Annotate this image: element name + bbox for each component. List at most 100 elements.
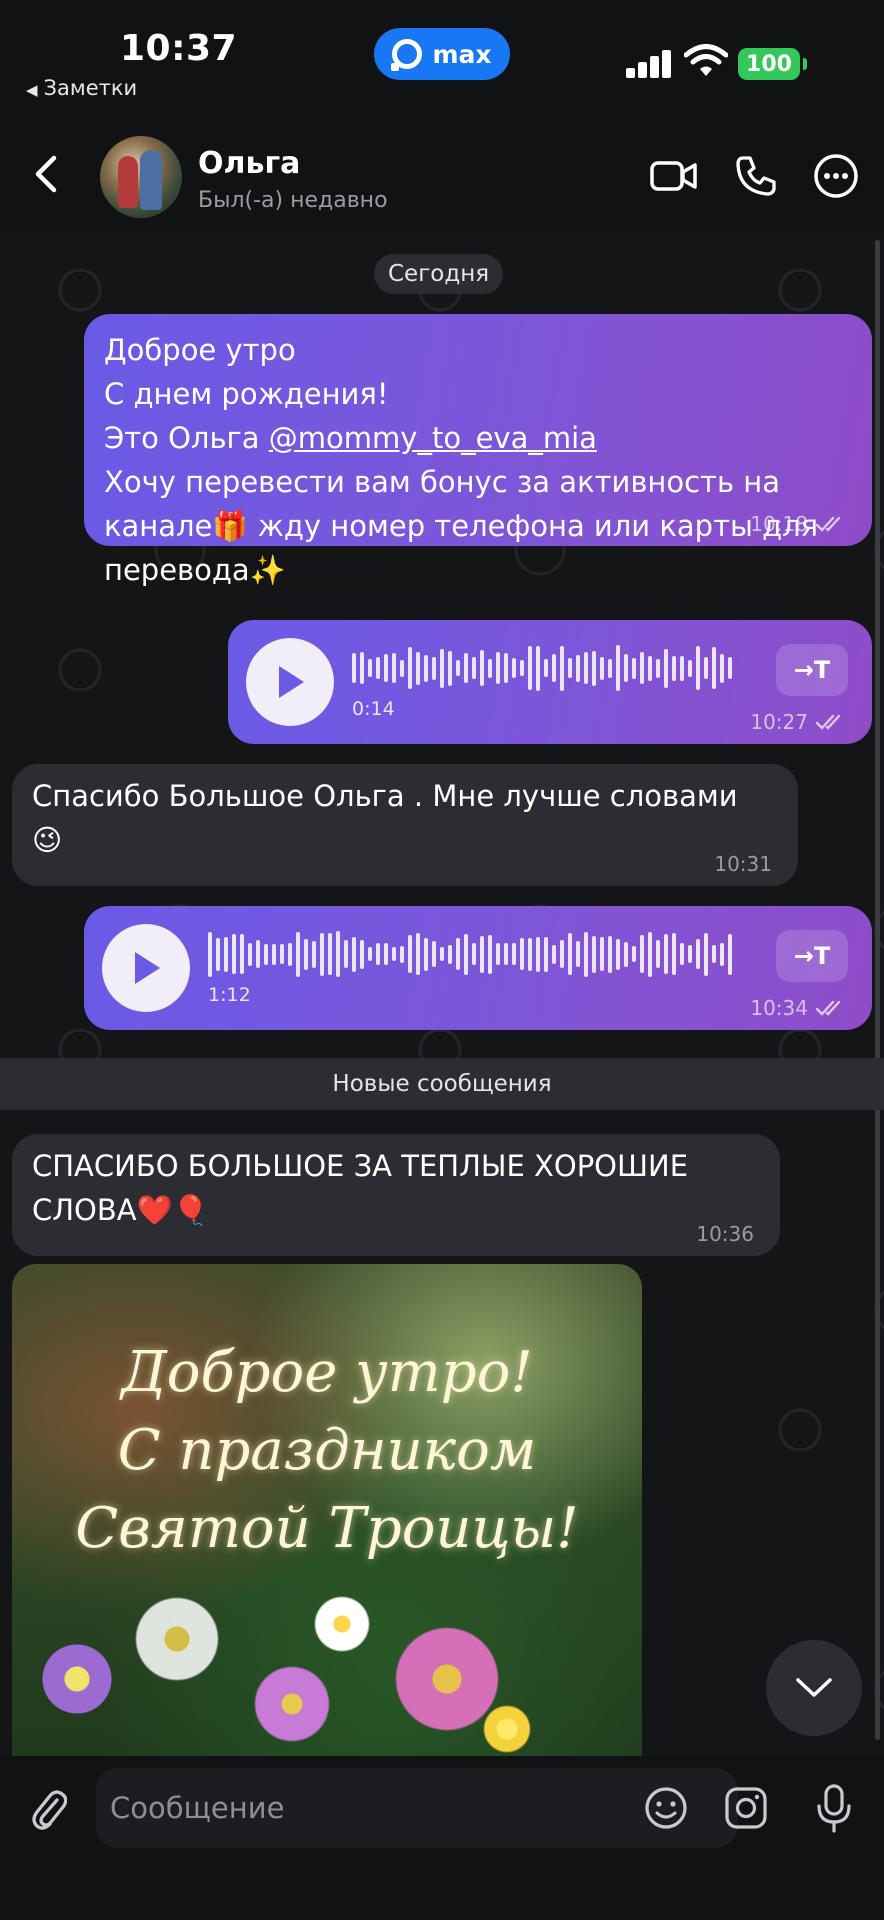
- message-line: Доброе утро: [104, 333, 296, 367]
- max-app-pill[interactable]: max: [374, 28, 510, 80]
- more-dots-icon: [814, 154, 858, 198]
- message-time: 10:18: [750, 512, 808, 536]
- waveform-bar: [624, 941, 628, 967]
- waveform-bar: [640, 935, 644, 973]
- video-call-button[interactable]: [650, 152, 698, 200]
- message-bubble-incoming[interactable]: Спасибо Большое Ольга . Мне лучше словам…: [12, 764, 798, 886]
- message-text: Спасибо Большое Ольга . Мне лучше словам…: [32, 774, 792, 862]
- voice-message-bubble[interactable]: 1:12 →T 10:34: [84, 906, 872, 1030]
- play-button[interactable]: [102, 924, 190, 1012]
- back-button[interactable]: [20, 146, 70, 202]
- waveform-bar: [704, 932, 708, 976]
- waveform-bar: [552, 944, 556, 964]
- microphone-button[interactable]: [810, 1782, 858, 1836]
- waveform-bar: [704, 657, 708, 679]
- emoji-button[interactable]: [642, 1784, 690, 1832]
- waveform-bar: [608, 658, 612, 678]
- message-time: 10:31: [714, 852, 772, 876]
- voice-message-bubble[interactable]: 0:14 →T 10:27: [228, 620, 872, 744]
- chat-header: Ольга Был(-а) недавно: [0, 120, 884, 230]
- message-input-field[interactable]: [96, 1768, 767, 1848]
- waveform-bar: [648, 655, 652, 681]
- waveform-bar: [512, 658, 516, 678]
- message-bubble-incoming[interactable]: СПАСИБО БОЛЬШОЕ ЗА ТЕПЛЫЕ ХОРОШИЕ СЛОВА❤…: [12, 1134, 780, 1256]
- message-line: Хочу перевести вам бонус за активность н…: [104, 465, 780, 499]
- waveform-bar: [456, 938, 460, 970]
- waveform-bar: [640, 652, 644, 684]
- contact-name[interactable]: Ольга: [198, 146, 300, 181]
- message-time: 10:34: [750, 996, 808, 1020]
- waveform-bar: [720, 653, 724, 683]
- message-line-prefix: Это Ольга: [104, 421, 269, 455]
- waveform-bar: [464, 653, 468, 683]
- more-options-button[interactable]: [812, 152, 860, 200]
- play-icon: [135, 952, 160, 984]
- waveform-bar: [576, 941, 580, 967]
- waveform-bar: [632, 946, 636, 962]
- voice-duration: 0:14: [352, 698, 395, 720]
- battery-indicator: 100: [738, 48, 807, 80]
- transcribe-button[interactable]: →T: [776, 930, 848, 982]
- voice-waveform[interactable]: [352, 644, 752, 692]
- waveform-bar: [256, 940, 260, 968]
- waveform-bar: [360, 939, 364, 969]
- attach-button[interactable]: [26, 1786, 72, 1832]
- wifi-icon: [683, 44, 729, 78]
- waveform-bar: [344, 940, 348, 968]
- image-overlay-text: Доброе утро! С праздником Святой Троицы!: [12, 1334, 642, 1568]
- waveform-bar: [488, 934, 492, 974]
- waveform-bar: [552, 654, 556, 682]
- waveform-bar: [440, 947, 444, 961]
- waveform-bar: [584, 931, 588, 977]
- mention-link[interactable]: @mommy_to_eva_mia: [269, 421, 597, 455]
- scrollbar[interactable]: [875, 240, 880, 1740]
- message-meta: 10:31: [714, 852, 772, 876]
- composer-bar: [0, 1756, 884, 1920]
- waveform-bar: [392, 947, 396, 961]
- waveform-bar: [560, 940, 564, 968]
- voice-call-button[interactable]: [732, 152, 780, 200]
- back-app-label: Заметки: [43, 76, 138, 100]
- waveform-bar: [664, 648, 668, 688]
- waveform-bar: [656, 658, 660, 678]
- waveform-bar: [376, 943, 380, 965]
- back-to-app-link[interactable]: ◀ Заметки: [26, 76, 137, 100]
- waveform-bar: [528, 937, 532, 971]
- avatar[interactable]: [100, 136, 182, 218]
- waveform-bar: [616, 938, 620, 970]
- voice-waveform[interactable]: [208, 930, 754, 978]
- waveform-bar: [600, 937, 604, 971]
- message-text: СПАСИБО БОЛЬШОЕ ЗА ТЕПЛЫЕ ХОРОШИЕ СЛОВА❤…: [32, 1144, 772, 1232]
- waveform-bar: [424, 654, 428, 682]
- double-check-icon: [816, 1000, 841, 1016]
- message-meta: 10:27: [750, 710, 846, 734]
- status-bar: 10:37 ◀ Заметки max 100: [0, 0, 884, 120]
- image-message[interactable]: Доброе утро! С праздником Святой Троицы!: [12, 1264, 642, 1756]
- message-line: СЛОВА❤️🎈: [32, 1193, 209, 1227]
- waveform-bar: [328, 933, 332, 975]
- waveform-bar: [592, 935, 596, 973]
- waveform-bar: [680, 943, 684, 965]
- waveform-bar: [608, 935, 612, 973]
- waveform-bar: [720, 942, 724, 966]
- message-time: 10:36: [696, 1222, 754, 1246]
- waveform-bar: [504, 943, 508, 965]
- max-logo-icon: [391, 39, 423, 71]
- waveform-bar: [248, 942, 252, 966]
- waveform-bar: [424, 937, 428, 971]
- scroll-to-bottom-button[interactable]: [766, 1640, 862, 1736]
- waveform-bar: [408, 935, 412, 973]
- camera-button[interactable]: [722, 1784, 770, 1832]
- message-list[interactable]: Сегодня Доброе утро С днем рождения! Это…: [0, 230, 884, 1756]
- message-bubble-outgoing[interactable]: Доброе утро С днем рождения! Это Ольга @…: [84, 314, 872, 587]
- message-line: Это Ольга @mommy_to_eva_mia: [104, 416, 864, 460]
- waveform-bar: [504, 653, 508, 683]
- play-button[interactable]: [246, 638, 334, 726]
- transcribe-button[interactable]: →T: [776, 644, 848, 696]
- message-input[interactable]: [110, 1768, 610, 1848]
- waveform-bar: [216, 937, 220, 971]
- waveform-bar: [224, 936, 228, 972]
- waveform-bar: [240, 934, 244, 974]
- back-triangle-icon: ◀: [26, 81, 38, 99]
- waveform-bar: [688, 659, 692, 677]
